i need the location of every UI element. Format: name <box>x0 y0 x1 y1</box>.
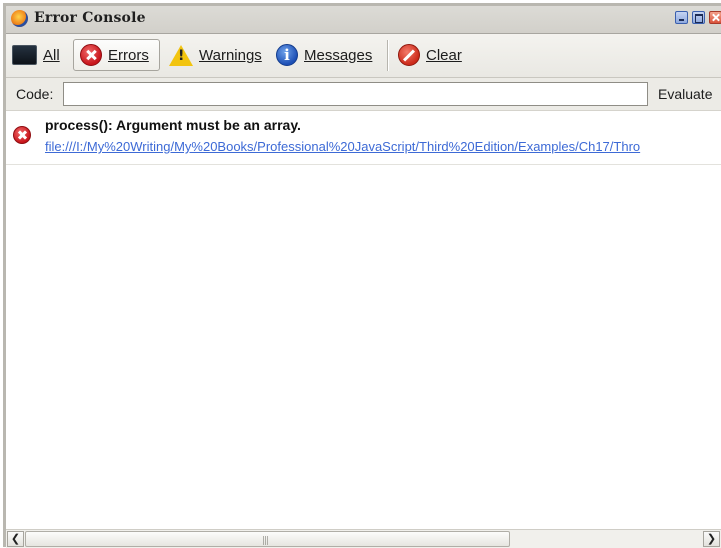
filter-errors-label: Errors <box>108 46 149 64</box>
filter-all-button[interactable]: All <box>12 39 60 71</box>
code-label: Code: <box>16 86 54 102</box>
title-bar[interactable]: Error Console <box>6 6 721 34</box>
filter-all-label: All <box>43 46 60 64</box>
code-bar: Code: Evaluate <box>6 78 721 111</box>
horizontal-scrollbar[interactable]: ❮ ||| ❯ <box>6 529 721 548</box>
clear-button[interactable]: Clear <box>398 39 462 71</box>
error-console-window: Error Console All Errors Warnings Messag… <box>3 3 721 548</box>
filter-messages-label: Messages <box>304 46 373 64</box>
filter-warnings-button[interactable]: Warnings <box>169 39 262 71</box>
toolbar-separator <box>387 40 389 71</box>
scroll-thumb[interactable]: ||| <box>25 531 510 547</box>
clear-label: Clear <box>426 46 462 64</box>
code-input[interactable] <box>63 82 648 106</box>
source-link[interactable]: file:///I:/My%20Writing/My%20Books/Profe… <box>45 139 640 154</box>
filter-messages-button[interactable]: Messages <box>276 39 372 71</box>
console-icon <box>12 45 37 65</box>
warning-icon <box>169 44 193 66</box>
scroll-right-button[interactable]: ❯ <box>703 531 720 547</box>
evaluate-button[interactable]: Evaluate <box>658 86 712 102</box>
clear-icon <box>398 44 420 66</box>
close-button[interactable] <box>709 11 721 24</box>
error-icon <box>13 126 31 144</box>
minimize-button[interactable] <box>675 11 688 24</box>
filter-warnings-label: Warnings <box>199 46 262 64</box>
filter-errors-button[interactable]: Errors <box>73 39 160 71</box>
scroll-grip-icon: ||| <box>262 536 269 546</box>
error-message: process(): Argument must be an array. <box>45 117 301 133</box>
error-icon <box>80 44 102 66</box>
window-title: Error Console <box>34 10 146 26</box>
maximize-button[interactable] <box>692 11 705 24</box>
firefox-icon <box>11 10 28 27</box>
filter-toolbar: All Errors Warnings Messages Clear <box>6 34 721 78</box>
scroll-left-button[interactable]: ❮ <box>7 531 24 547</box>
console-messages-list: process(): Argument must be an array. fi… <box>6 111 721 531</box>
info-icon <box>276 44 298 66</box>
console-entry[interactable]: process(): Argument must be an array. fi… <box>6 111 721 165</box>
